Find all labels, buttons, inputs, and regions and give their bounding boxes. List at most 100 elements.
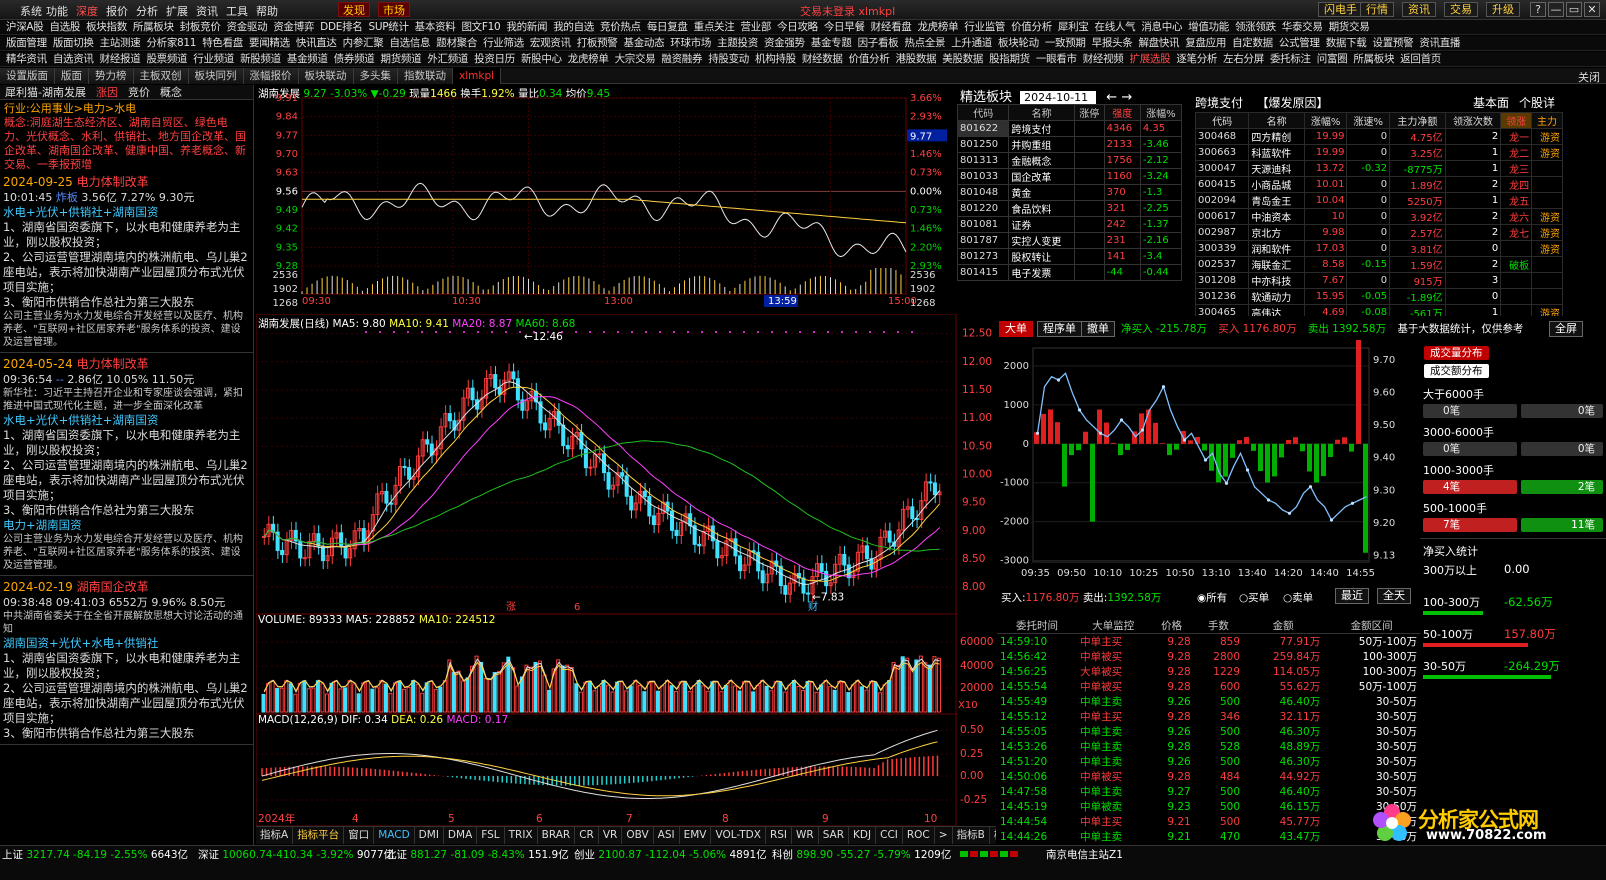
shortcut-3-7[interactable]: 债券频道 [328,52,375,66]
shortcut-3-20[interactable]: 美股数据 [936,52,983,66]
info-dot[interactable] [659,331,661,333]
indicator-tab-6[interactable]: FSL [477,827,505,844]
shortcut-1-1[interactable]: 自选股 [43,20,80,34]
info-dot[interactable] [435,331,437,333]
indicator-tab-10[interactable]: VR [599,827,623,844]
menu-7[interactable]: 工具 [226,3,248,19]
shortcut-3-24[interactable]: 扩展选股 [1124,52,1171,66]
event-marker[interactable]: 6 [574,602,580,613]
shortcut-2-23[interactable]: 早报头条 [1086,36,1133,50]
shortcut-1-24[interactable]: 在线人气 [1089,20,1136,34]
cross-row[interactable]: 300663 科蓝软件 19.99 0 3.25亿 1 龙二 游资 [1195,144,1563,161]
monitor-row[interactable]: 14:44:54中单主买9.2150045.77万30-50万 [997,814,1420,829]
cross-col-header[interactable]: 领涨次数 [1444,112,1502,129]
sector-col-header[interactable]: 代码 [956,104,1010,121]
info-dot[interactable] [841,331,843,333]
cross-col-header[interactable]: 涨速% [1346,112,1391,129]
info-dot[interactable] [365,331,367,333]
info-dot[interactable] [421,331,423,333]
news-title-mid[interactable]: 电力+湖南国资 [0,518,253,533]
layout-tab-6[interactable]: 板块联动 [298,68,354,84]
cross-col-header[interactable]: 主力 [1531,112,1563,129]
shortcut-1-16[interactable]: 营业部 [734,20,771,34]
shortcut-2-25[interactable]: 复盘应用 [1179,36,1226,50]
monitor-row[interactable]: 14:56:25 大单被买 9.28 1229 114.05万 100-300万 [997,664,1420,679]
shortcut-1-11[interactable]: 我的新闻 [500,20,547,34]
sector-row[interactable]: 801273 股权转让 141 -3.4 [956,248,1183,265]
sector-row[interactable]: 801415 电子发票 -44 -0.44 [956,264,1183,281]
sector-col-header[interactable]: 涨幅% [1139,104,1183,121]
program-order-button[interactable]: 程序单 [1037,321,1082,337]
info-dot[interactable] [911,331,913,333]
info-dot[interactable] [771,331,773,333]
shortcut-3-6[interactable]: 基金频道 [281,52,328,66]
menu-0[interactable]: 系统 [20,3,42,19]
monitor-row[interactable]: 14:56:42 中单被买 9.28 2800 259.84万 100-300万 [997,649,1420,664]
shortcut-3-30[interactable]: 返回首页 [1394,52,1441,66]
info-dot[interactable] [883,331,885,333]
sector-date-input[interactable]: 2024-10-11 [1020,91,1097,104]
indicator-tab-22[interactable]: 指标B [953,827,990,844]
shortcut-1-2[interactable]: 板块指数 [80,20,127,34]
sector-row[interactable]: 801220 食品饮料 321 -2.25 [956,200,1183,217]
info-dot[interactable] [505,331,507,333]
menu-8[interactable]: 帮助 [256,3,278,19]
sector-row[interactable]: 801250 并购重组 2133 -3.46 [956,136,1183,153]
indicator-tab-17[interactable]: SAR [819,827,850,844]
monitor-row[interactable]: 14:45:19中单被卖9.2350046.15万30-50万 [997,799,1420,814]
layout-tab-9[interactable]: xlmkpl [453,68,502,84]
shortcut-2-17[interactable]: 基金专题 [805,36,852,50]
layout-tab-3[interactable]: 主板双创 [133,68,189,84]
info-dot[interactable] [449,331,451,333]
monitor-row[interactable]: 14:53:26 中单主卖 9.28 528 48.89万 30-50万 [997,739,1420,754]
shortcut-1-7[interactable]: DDE排名 [314,20,363,34]
cross-row[interactable]: 301236 软通动力 15.95 -0.05 -1.89亿 0 [1195,288,1563,305]
all-day-button[interactable]: 全天 [1377,588,1411,604]
shortcut-2-0[interactable]: 版面管理 [0,36,47,50]
info-dot[interactable] [855,331,857,333]
flow-chart[interactable]: 2000 1000 0 -1000 -2000 -3000 9.70 9.60 9.50 9.40… [997,340,1420,590]
indicator-tab-21[interactable]: > [935,827,953,844]
indicator-tab-3[interactable]: MACD [374,827,415,844]
shortcut-1-9[interactable]: 基本资料 [409,20,456,34]
shortcut-2-1[interactable]: 版面切换 [47,36,94,50]
close-icon[interactable]: ✕ [1584,2,1600,17]
indicator-tab-1[interactable]: 指标平台 [293,827,345,844]
indicator-tab-0[interactable]: 指标A [256,827,294,844]
menu-5[interactable]: 扩展 [166,3,188,19]
layout-tab-0[interactable]: 设置版面 [0,68,55,84]
info-dot[interactable] [393,331,395,333]
info-dot[interactable] [463,331,465,333]
shortcut-2-12[interactable]: 打板预警 [571,36,618,50]
cross-row[interactable]: 300339 润和软件 17.03 0 3.81亿 0 游资 [1195,240,1563,257]
layout-tab-7[interactable]: 多头集 [353,68,398,84]
layout-tab-5[interactable]: 涨幅报价 [243,68,299,84]
fullscreen-button[interactable]: 全屏 [1549,321,1583,337]
info-tab-1[interactable]: 涨因 [91,85,123,100]
layout-tab-1[interactable]: 版面 [55,68,89,84]
info-dot[interactable] [813,331,815,333]
help-icon[interactable]: ? [1530,2,1546,17]
shortcut-2-14[interactable]: 环球市场 [664,36,711,50]
menu-4[interactable]: 分析 [136,3,158,19]
shortcut-1-12[interactable]: 我的自选 [547,20,594,34]
discover-badge[interactable]: 发现 [338,2,370,17]
monitor-col-header[interactable]: 金额区间 [1323,618,1420,634]
monitor-col-header[interactable]: 金额 [1243,618,1324,634]
shortcut-2-15[interactable]: 主题投资 [711,36,758,50]
sector-row[interactable]: 801081 证券 242 -1.37 [956,216,1183,233]
cross-row[interactable]: 000617 中油资本 10 0 3.92亿 2 龙六 游资 [1195,208,1563,225]
top-button-0[interactable]: 闪电手 [1318,2,1363,17]
event-marker[interactable]: 财 [808,600,818,613]
info-dot[interactable] [687,331,689,333]
indicator-tab-12[interactable]: ASI [654,827,680,844]
shortcut-3-9[interactable]: 外汇频道 [421,52,468,66]
shortcut-2-2[interactable]: 主站测速 [94,36,141,50]
info-dot[interactable] [603,331,605,333]
shortcut-3-18[interactable]: 价值分析 [843,52,890,66]
news-title-2[interactable]: 湖南国资+光伏+水电+供销社 [0,636,253,651]
shortcut-1-29[interactable]: 期货交易 [1323,20,1370,34]
indicator-tab-8[interactable]: BRAR [538,827,576,844]
shortcut-2-20[interactable]: 上升通道 [945,36,992,50]
shortcut-1-0[interactable]: 沪深A股 [0,20,44,34]
